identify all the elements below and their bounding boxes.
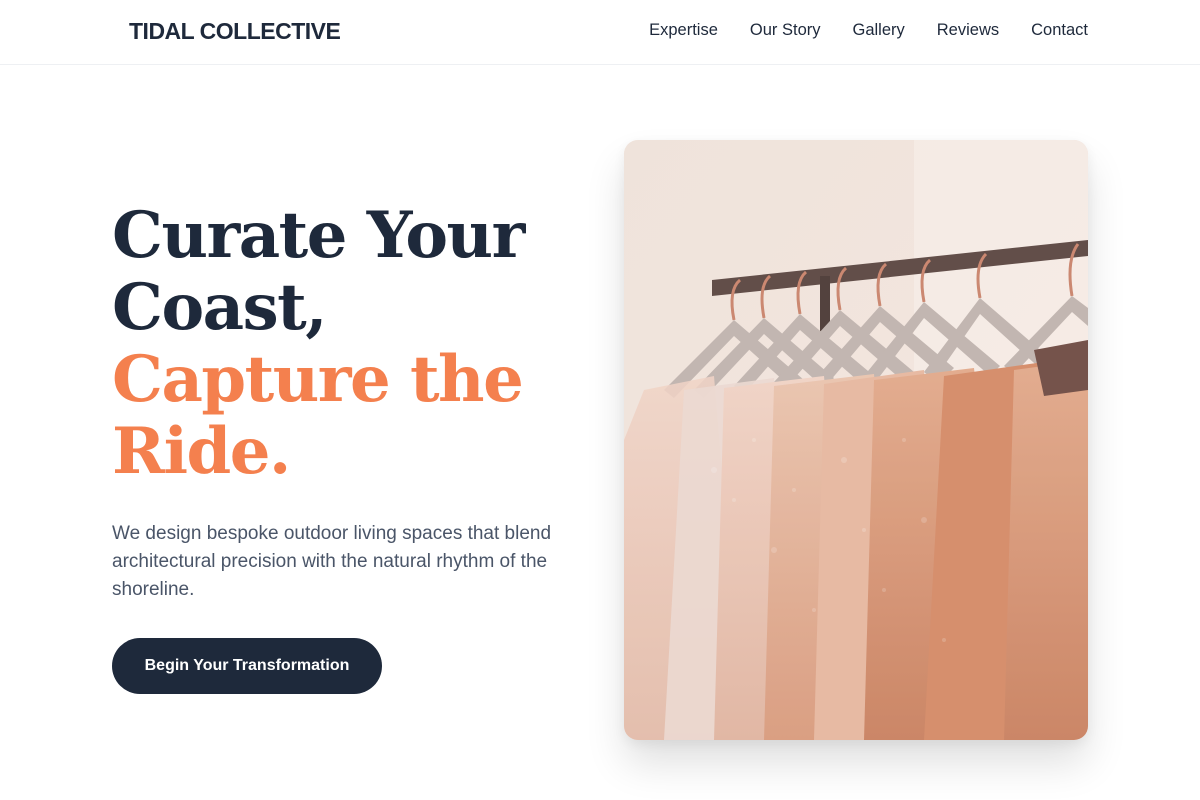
clothing-rack-photo [624, 140, 1088, 740]
brand-logo[interactable]: TIDAL COLLECTIVE [129, 18, 341, 45]
nav-link-expertise[interactable]: Expertise [649, 21, 718, 40]
headline-accent-line-2: Ride. [112, 414, 291, 489]
headline-line-1: Curate Your [112, 198, 525, 273]
nav-links: Expertise Our Story Gallery Reviews Cont… [649, 21, 1088, 40]
begin-transformation-button[interactable]: Begin Your Transformation [112, 638, 382, 694]
hero-image [624, 140, 1088, 740]
hero-headline: Curate Your Coast, Capture the Ride. [112, 200, 582, 488]
nav-link-contact[interactable]: Contact [1031, 21, 1088, 40]
nav-link-gallery[interactable]: Gallery [853, 21, 905, 40]
headline-line-2: Coast, [112, 270, 327, 345]
nav-link-our-story[interactable]: Our Story [750, 21, 821, 40]
headline-accent-line-1: Capture the [112, 342, 524, 417]
hero-subtitle: We design bespoke outdoor living spaces … [112, 523, 552, 600]
hero-section: Curate Your Coast, Capture the Ride. We … [112, 200, 582, 694]
navbar: TIDAL COLLECTIVE Expertise Our Story Gal… [0, 0, 1200, 65]
nav-link-reviews[interactable]: Reviews [937, 21, 999, 40]
